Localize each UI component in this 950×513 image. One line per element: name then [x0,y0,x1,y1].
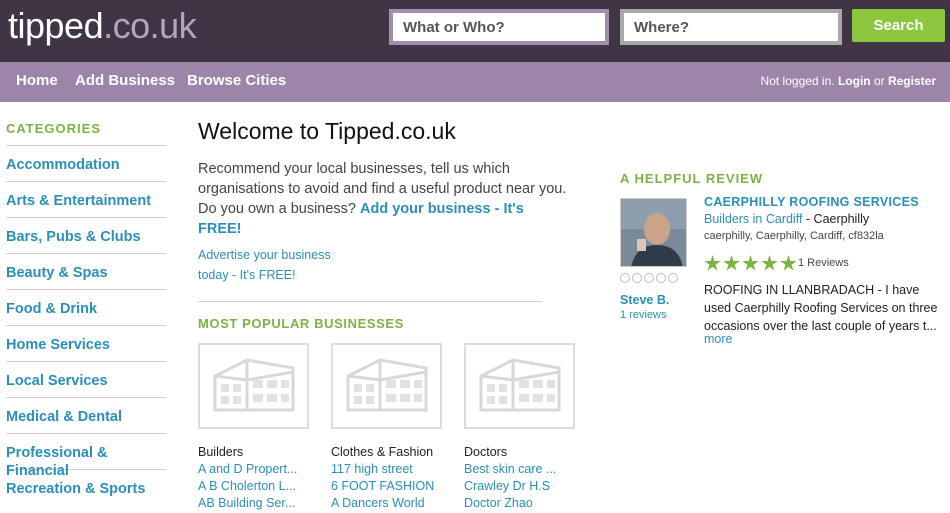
rating-dot [632,273,642,283]
category-local-services[interactable]: Local Services [6,362,166,390]
list-item: Beauty & Spas [6,253,166,289]
list-item: Local Services [6,361,166,397]
reviewed-business-address: caerphilly, Caerphilly, Cardiff, cf832la [704,230,884,242]
reviews-count: 1 Reviews [798,257,849,269]
category-home-services[interactable]: Home Services [6,326,166,354]
nav-home[interactable]: Home [16,72,58,89]
main-nav: Home Add Business Browse Cities Not logg… [0,62,950,102]
register-link[interactable]: Register [888,74,936,88]
rating-dot [644,273,654,283]
popular-business-link[interactable]: A Dancers World [331,495,456,512]
reviewed-business-category: Builders in Cardiff - Caerphilly [704,212,869,226]
advertise-link[interactable]: Advertise your business [198,245,578,265]
login-link[interactable]: Login [838,74,871,88]
star-icon [704,255,721,271]
welcome-section: Welcome to Tipped.co.uk Recommend your l… [198,118,578,285]
intro-line-3: Do you own a business? Add your business… [198,199,568,239]
search-button[interactable]: Search [852,9,945,42]
popular-business-link[interactable]: Best skin care ... [464,461,589,478]
nav-browse-cities[interactable]: Browse Cities [187,72,286,89]
category-food-drink[interactable]: Food & Drink [6,290,166,318]
intro-text: Recommend your local businesses, tell us… [198,159,568,239]
search-where-input[interactable] [624,13,838,41]
category-arts-entertainment[interactable]: Arts & Entertainment [6,182,166,210]
star-icon [742,255,759,271]
category-medical-dental[interactable]: Medical & Dental [6,398,166,426]
star-rating [704,255,797,272]
building-placeholder-icon[interactable] [331,343,442,429]
list-item: Food & Drink [6,289,166,325]
page-title: Welcome to Tipped.co.uk [198,118,456,144]
list-item: Professional & Financial [6,433,166,479]
rating-dot [620,273,630,283]
building-placeholder-icon[interactable] [464,343,575,429]
category-bars-pubs-clubs[interactable]: Bars, Pubs & Clubs [6,218,166,246]
intro-line-2: organisations to avoid and find a useful… [198,181,567,197]
reviewer-name[interactable]: Steve B. [620,293,669,307]
popular-business-link[interactable]: A and D Propert... [198,461,323,478]
advertise-block: Advertise your business today - It's FRE… [198,245,578,285]
list-item: Home Services [6,325,166,361]
intro-line-3-prefix: Do you own a business? [198,201,356,217]
search-where-wrapper [620,9,842,45]
list-item: Bars, Pubs & Clubs [6,217,166,253]
popular-category-label: Clothes & Fashion [331,445,434,459]
nav-add-business[interactable]: Add Business [75,72,175,89]
advertise-link-2[interactable]: today - It's FREE! [198,265,578,285]
popular-business-link[interactable]: A B Cholerton L... [198,478,323,495]
popular-category-label: Doctors [464,445,508,459]
category-beauty-spas[interactable]: Beauty & Spas [6,254,166,282]
business-category-link[interactable]: Builders in Cardiff [704,212,802,226]
business-category-suffix: - Caerphilly [802,212,870,226]
categories-title: CATEGORIES [6,121,101,136]
helpful-review-title: A HELPFUL REVIEW [620,171,764,186]
category-accommodation[interactable]: Accommodation [6,146,166,174]
popular-business-link[interactable]: 117 high street [331,461,456,478]
login-status-text: Not logged in. [760,74,835,88]
section-divider [198,301,542,302]
popular-business-link[interactable]: Crawley Dr H.S [464,478,589,495]
intro-line-1: Recommend your local businesses, tell us… [198,161,510,177]
reviewer-rating-dots [620,273,678,283]
site-header: tipped.co.uk Search [0,0,950,62]
building-placeholder-icon[interactable] [198,343,309,429]
categories-sidebar: CATEGORIES Accommodation Arts & Entertai… [6,110,166,505]
category-list: Accommodation Arts & Entertainment Bars,… [6,145,166,505]
reviewer-avatar[interactable] [620,198,687,267]
reviewer-reviews-link[interactable]: 1 reviews [620,309,666,321]
search-what-wrapper [389,9,609,45]
site-logo[interactable]: tipped.co.uk [8,4,197,48]
star-icon [761,255,778,271]
list-item: Arts & Entertainment [6,181,166,217]
rating-dot [668,273,678,283]
review-text: ROOFING IN LLANBRADACH - I have used Cae… [704,283,938,333]
logo-domain: .co.uk [103,5,197,46]
star-icon [723,255,740,271]
popular-business-link[interactable]: AB Building Ser... [198,495,323,512]
login-status: Not logged in. Login or Register [761,74,936,88]
review-more-link[interactable]: more [704,332,732,346]
popular-title: MOST POPULAR BUSINESSES [198,316,404,331]
popular-category-label: Builders [198,445,244,459]
logo-main: tipped [8,5,104,46]
star-icon [780,255,797,271]
popular-column-doctors: Doctors Best skin care ... Crawley Dr H.… [464,343,589,512]
list-item: Accommodation [6,145,166,181]
login-or: or [873,74,885,88]
search-what-input[interactable] [393,13,605,41]
popular-business-link[interactable]: Doctor Zhao [464,495,589,512]
list-item: Medical & Dental [6,397,166,433]
popular-business-link[interactable]: 6 FOOT FASHION [331,478,456,495]
rating-dot [656,273,666,283]
popular-column-builders: Builders A and D Propert... A B Cholerto… [198,343,323,512]
reviewed-business-name[interactable]: CAERPHILLY ROOFING SERVICES [704,195,919,209]
popular-column-clothes: Clothes & Fashion 117 high street 6 FOOT… [331,343,456,512]
